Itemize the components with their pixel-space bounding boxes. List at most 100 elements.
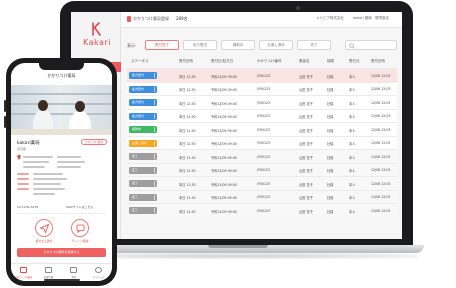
status-badge[interactable]: 処方受付 — [129, 112, 157, 120]
table-cell: 山田 花子 — [299, 101, 313, 106]
user-menu[interactable]: kakari 薬局 — [353, 16, 372, 21]
column-header[interactable]: 患者名 — [299, 59, 310, 64]
table-cell: 本人 — [349, 74, 356, 79]
table-cell: 山田 花子 — [299, 155, 313, 160]
table-cell: 予約12/09 09:00 — [211, 115, 237, 119]
laptop-screen: Kakari かかりつけ薬局登録 289名 メドピア株式会社 kakari 薬局… — [71, 12, 402, 239]
status-badge[interactable]: 調剤中 — [129, 126, 157, 133]
table-cell: 予約12/09 09:00 — [211, 142, 237, 146]
table-row[interactable]: 完了 本日 12:30 予約12/09 09:00 JY00123 山田 花子 社保 本人 1… — [127, 149, 397, 163]
status-badge[interactable]: 完了 — [129, 207, 157, 214]
filter-label: 表示: — [127, 43, 137, 48]
text-line — [57, 166, 81, 168]
column-header[interactable]: ステータス — [131, 59, 149, 64]
filter-button-handed[interactable]: お渡し済み — [259, 40, 293, 50]
status-badge[interactable]: 処方受付 — [129, 72, 157, 79]
table-row[interactable]: 完了 本日 12:30 予約12/09 09:00 JY00123 山田 花子 社保 本人 1… — [127, 162, 397, 176]
table-row[interactable]: 完了 本日 12:30 予約12/09 09:00 JY00123 山田 花子 社保 本人 1… — [127, 176, 397, 190]
table-cell: 本日 12:30 — [179, 88, 196, 92]
tab-mypage[interactable]: マイページ — [86, 267, 111, 279]
table-cell: 本人 — [349, 115, 356, 119]
tab-pharmacy[interactable]: かかりつけ薬局 — [11, 267, 36, 279]
text-line — [17, 178, 29, 180]
table-cell: 本人 — [349, 196, 356, 200]
table-cell: JY00123 — [257, 87, 271, 91]
user-icon — [95, 267, 102, 273]
tab-reservation[interactable]: 予約 — [61, 267, 86, 279]
table-cell: 社保 — [327, 155, 334, 160]
column-header[interactable]: 受付日/処方日 — [211, 59, 233, 64]
table-row[interactable]: 処方受付 本日 12:30 予約12/09 09:00 JY00123 山田 花子 社保 本… — [127, 68, 397, 82]
table-cell: 予約12/09 09:00 — [211, 101, 237, 106]
filter-button-complete[interactable]: 完了 — [297, 40, 331, 50]
table-cell: 予約12/09 09:00 — [211, 196, 237, 200]
send-prescription-button[interactable] — [35, 219, 53, 237]
status-badge[interactable]: 処方受付 — [129, 99, 157, 106]
phone-number-link[interactable]: 03-1234-5678 — [17, 205, 38, 209]
pharmacy-name: kakari薬局 — [17, 141, 40, 146]
table-cell: 本日 12:30 — [179, 169, 196, 173]
table-row[interactable]: 完了 本日 12:30 予約12/09 09:00 JY00123 山田 花子 社保 本人 1… — [127, 189, 397, 203]
table-row[interactable]: 処方受付 本日 12:30 予約12/09 09:00 JY00123 山田 花子 社保 本… — [127, 95, 397, 109]
table-cell: 12/06 12:03 — [371, 87, 391, 91]
table-row[interactable]: 調剤中 本日 12:30 予約12/09 09:00 JY00123 山田 花子 社保 本人… — [127, 122, 397, 136]
favorite-badge[interactable]: かかりつけ薬局 — [81, 139, 107, 145]
kakari-logo-icon — [92, 22, 101, 36]
status-badge[interactable]: 完了 — [129, 153, 157, 160]
table-cell: 予約12/09 09:00 — [211, 155, 237, 160]
table-row[interactable]: 完了 本日 12:30 予約12/09 09:00 JY00123 山田 花子 社保 本人 1… — [127, 203, 397, 217]
chat-bubble-icon — [76, 224, 85, 233]
status-badge[interactable]: 完了 — [129, 180, 157, 187]
pharmacist-head — [38, 100, 48, 111]
column-header[interactable]: 受付元 — [349, 59, 360, 64]
table-cell: 予約12/09 09:00 — [211, 182, 237, 187]
filter-button-prescription[interactable]: 処方受付 — [183, 40, 217, 50]
text-line — [33, 183, 61, 185]
table-cell: 社保 — [327, 101, 334, 106]
logo-text: Kakari — [83, 38, 111, 47]
column-header[interactable]: かかりつけ番号 — [257, 59, 282, 64]
phone-volume-button — [4, 100, 6, 112]
status-badge[interactable]: お渡し待ち — [129, 139, 157, 147]
column-header[interactable]: 保険 — [327, 59, 334, 64]
settings-link[interactable]: 環境設定 — [375, 16, 389, 21]
status-badge[interactable]: 処方受付 — [129, 85, 157, 93]
table-cell: 山田 花子 — [299, 88, 313, 92]
table-cell: 社保 — [327, 74, 334, 79]
filter-button-received[interactable]: 受付完了 — [145, 40, 179, 50]
table-cell: 本人 — [349, 128, 356, 133]
table-cell: 12/06 12:03 — [371, 114, 391, 118]
table-cell: JY00123 — [257, 127, 271, 132]
column-header[interactable]: 受付日時 — [371, 59, 385, 64]
tab-label: マイページ — [92, 276, 105, 279]
table-cell: 本人 — [349, 142, 356, 146]
website-link[interactable]: Webサイトはこちら — [66, 205, 94, 209]
table-cell: 本日 12:30 — [179, 155, 196, 160]
search-input[interactable] — [345, 40, 397, 50]
table-cell: 山田 花子 — [299, 196, 313, 200]
table-row[interactable]: お渡し待ち 本日 12:30 予約12/09 09:00 JY00123 山田 花子 社保… — [127, 135, 397, 149]
tab-medicine-book[interactable]: お薬手帳 — [36, 267, 61, 279]
company-name: メドピア株式会社 — [316, 16, 344, 20]
table-cell: JY00123 — [257, 181, 271, 186]
register-pharmacy-button[interactable]: かかりつけ薬局を登録する — [17, 248, 106, 257]
status-badge[interactable]: 完了 — [129, 166, 157, 174]
text-line — [57, 161, 85, 163]
table-cell: 社保 — [327, 128, 334, 133]
paper-plane-icon — [40, 224, 49, 233]
table-header: ステータス 受付日時 受付日/処方日 かかりつけ番号 患者名 保険 受付元 受付… — [127, 56, 397, 68]
text-line — [33, 188, 65, 190]
text-line — [17, 173, 29, 175]
table-cell: JY00123 — [257, 114, 271, 118]
table-row[interactable]: 処方受付 本日 12:30 予約12/09 09:00 JY00123 山田 花子 社保 本… — [127, 81, 397, 95]
table-cell: 予約12/09 09:00 — [211, 209, 237, 214]
table-cell: 12/06 12:03 — [371, 168, 391, 172]
status-badge[interactable]: 完了 — [129, 193, 157, 201]
chat-button[interactable] — [71, 219, 89, 237]
shelf-line — [11, 93, 112, 95]
table-cell: 山田 花子 — [299, 128, 313, 133]
column-header[interactable]: 受付日時 — [179, 59, 193, 64]
table-row[interactable]: 処方受付 本日 12:30 予約12/09 09:00 JY00123 山田 花子 社保 本… — [127, 108, 397, 122]
filter-button-dispensing[interactable]: 調剤中 — [221, 40, 255, 50]
text-line — [23, 166, 45, 168]
